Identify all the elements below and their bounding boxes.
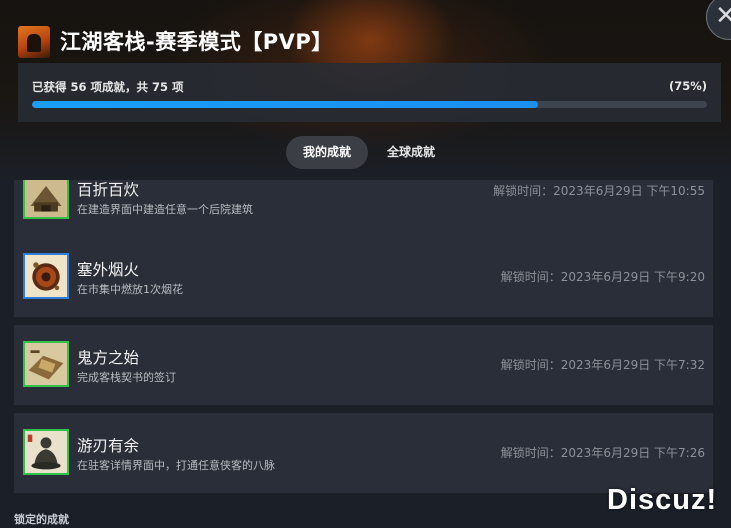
achievement-card[interactable]: 塞外烟火 在市集中燃放1次烟花 解锁时间：2023年6月29日 下午9:20 [14,237,713,317]
watermark: Discuz! [607,484,718,516]
unlock-time: 解锁时间：2023年6月29日 下午10:55 [493,184,705,198]
achievement-name: 塞外烟火 [77,261,140,279]
achievement-description: 在驻客详情界面中，打通任意侠客的八脉 [77,459,275,472]
meditation-icon [23,429,69,475]
page-title: 江湖客栈-赛季模式【PVP】 [60,30,333,54]
progress-panel: 已获得 56 项成就，共 75 项 (75%) [18,63,721,122]
tab-global-achievements[interactable]: 全球成就 [372,136,450,169]
close-icon: ✕ [715,1,731,31]
tab-my-achievements[interactable]: 我的成就 [286,136,368,169]
achievement-name: 百折百炊 [77,181,140,199]
progress-summary: 已获得 56 项成就，共 75 项 [32,80,184,94]
achievements-header: 江湖客栈-赛季模式【PVP】 已获得 56 项成就，共 75 项 (75%) 我… [0,0,731,180]
achievement-card[interactable]: 鬼方之始 完成客栈契书的签订 解锁时间：2023年6月29日 下午7:32 [14,325,713,405]
unlock-time: 解锁时间：2023年6月29日 下午7:32 [500,358,705,372]
locked-achievements-heading: 锁定的成就 [14,513,69,526]
game-logo [18,26,50,58]
progress-percent: (75%) [668,79,707,93]
achievement-card[interactable]: 游刃有余 在驻客详情界面中，打通任意侠客的八脉 解锁时间：2023年6月29日 … [14,413,713,493]
achievement-name: 鬼方之始 [77,349,140,367]
unlock-time: 解锁时间：2023年6月29日 下午7:26 [500,446,705,460]
unlock-time: 解锁时间：2023年6月29日 下午9:20 [500,270,705,284]
firework-icon [23,253,69,299]
progress-bar-fill [32,101,539,108]
achievement-description: 完成客栈契书的签订 [77,371,176,384]
achievement-description: 在建造界面中建造任意一个后院建筑 [77,203,253,216]
progress-bar [32,101,707,108]
achievement-name: 游刃有余 [77,437,140,455]
achievement-description: 在市集中燃放1次烟花 [77,283,183,296]
contract-icon [23,341,69,387]
